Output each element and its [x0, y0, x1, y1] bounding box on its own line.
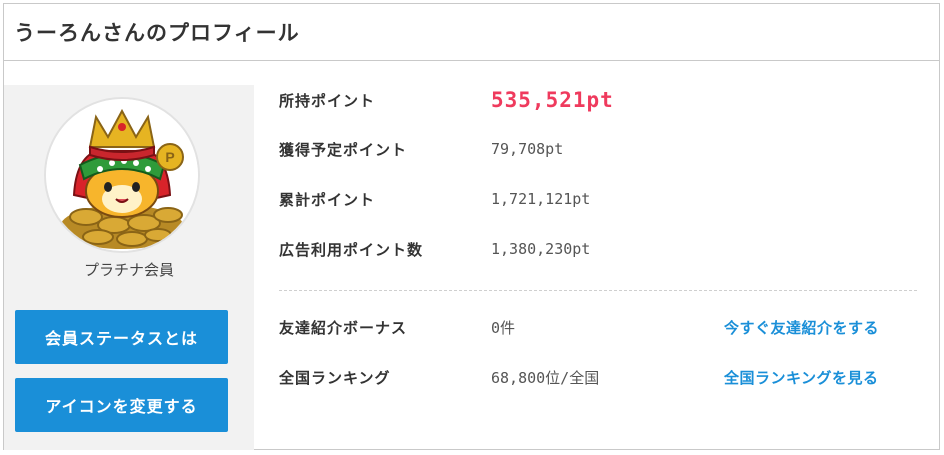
ad-usage-points-value: 1,380,230pt: [491, 240, 591, 258]
national-ranking-row: 全国ランキング 68,800位/全国 全国ランキングを見る: [279, 362, 878, 392]
total-points-label: 累計ポイント: [279, 190, 376, 209]
profile-card: うーろんさんのプロフィール P プラチナ会員 会員ステータスとは アイコンを変更…: [3, 3, 940, 450]
national-ranking-value: 68,800位/全国: [491, 368, 600, 387]
total-points-value: 1,721,121pt: [491, 190, 591, 208]
svg-text:P: P: [165, 149, 174, 165]
member-status-button[interactable]: 会員ステータスとは: [15, 310, 228, 364]
ad-usage-points-label: 広告利用ポイント数: [279, 240, 424, 259]
friend-bonus-value: 0件: [491, 318, 516, 337]
change-icon-button[interactable]: アイコンを変更する: [15, 378, 228, 432]
cat-mascot-avatar-icon: P: [46, 99, 198, 251]
profile-sidebar: P プラチナ会員 会員ステータスとは アイコンを変更する: [4, 85, 254, 450]
invite-friend-link[interactable]: 今すぐ友達紹介をする: [724, 317, 879, 338]
page-title: うーろんさんのプロフィール: [14, 21, 300, 45]
national-ranking-label: 全国ランキング: [279, 368, 391, 387]
friend-bonus-label: 友達紹介ボーナス: [279, 318, 408, 337]
pending-points-value: 79,708pt: [491, 140, 564, 158]
points-row-pending: 獲得予定ポイント 79,708pt: [279, 134, 563, 164]
pending-points-label: 獲得予定ポイント: [279, 140, 408, 159]
points-row-ad-usage: 広告利用ポイント数 1,380,230pt: [279, 234, 590, 264]
owned-points-label: 所持ポイント: [279, 91, 376, 110]
points-panel: 所持ポイント 535,521pt 獲得予定ポイント 79,708pt 累計ポイン…: [254, 61, 940, 450]
points-row-owned: 所持ポイント 535,521pt: [279, 85, 614, 115]
profile-header: うーろんさんのプロフィール: [4, 4, 939, 61]
section-divider: [279, 290, 917, 291]
friend-bonus-row: 友達紹介ボーナス 0件 今すぐ友達紹介をする: [279, 312, 879, 342]
owned-points-value: 535,521pt: [491, 88, 614, 112]
points-row-total: 累計ポイント 1,721,121pt: [279, 184, 590, 214]
avatar: P: [44, 97, 200, 253]
member-rank-label: プラチナ会員: [83, 261, 174, 279]
view-ranking-link[interactable]: 全国ランキングを見る: [724, 367, 879, 388]
